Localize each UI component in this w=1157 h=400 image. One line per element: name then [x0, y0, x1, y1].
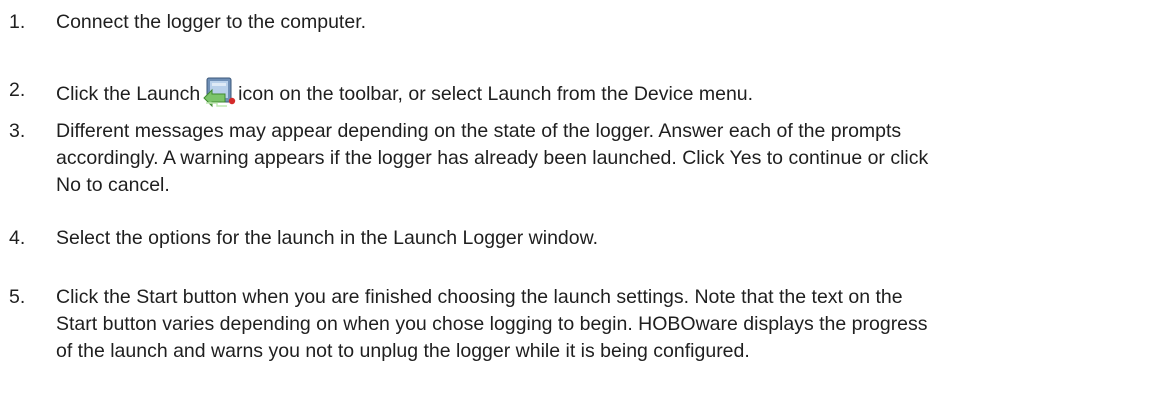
step-number: 3. — [9, 120, 26, 142]
step-number: 1. — [9, 11, 26, 33]
step-text: Select the options for the launch in the… — [56, 227, 599, 249]
step-text-after-icon: icon on the toolbar, or select Launch fr… — [238, 83, 754, 105]
step-text-line: Different messages may appear depending … — [56, 120, 902, 142]
step-number: 2. — [9, 79, 26, 101]
step-text-line: of the launch and warns you not to unplu… — [56, 340, 750, 362]
step-text-before-icon: Click the Launch — [56, 83, 201, 105]
launch-logger-icon — [203, 77, 236, 108]
step-text-line: accordingly. A warning appears if the lo… — [56, 147, 929, 169]
step-text-line: No to cancel. — [56, 174, 170, 196]
step-text: Connect the logger to the computer. — [56, 11, 367, 33]
step-number: 5. — [9, 286, 26, 308]
step-text-line: Start button varies depending on when yo… — [56, 313, 928, 335]
step-number: 4. — [9, 227, 26, 249]
step-text-line: Click the Start button when you are fini… — [56, 286, 903, 308]
